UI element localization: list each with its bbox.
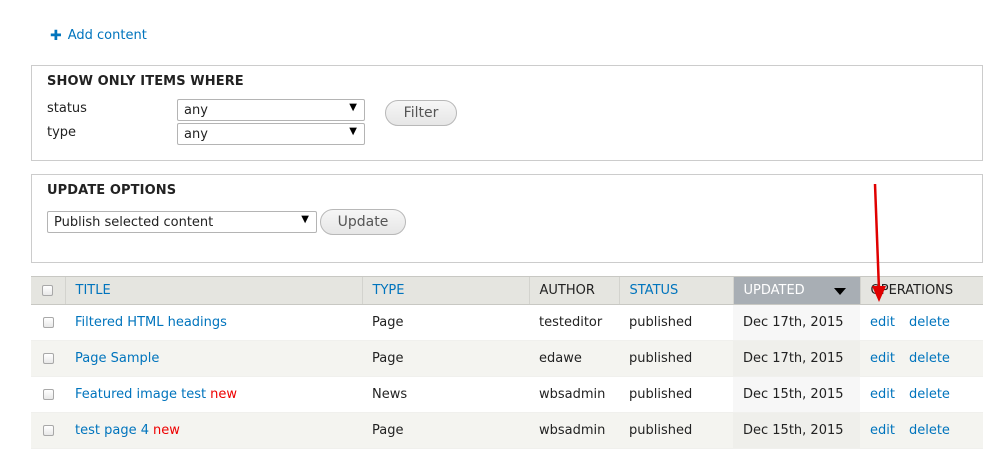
update-options-legend: UPDATE OPTIONS	[47, 183, 177, 198]
status-label: status	[47, 101, 87, 116]
status-cell: published	[619, 412, 733, 449]
delete-link[interactable]: delete	[909, 423, 950, 438]
operation-select-value: Publish selected content	[54, 215, 214, 230]
author-cell: edawe	[529, 340, 619, 377]
add-content-label: Add content	[67, 28, 147, 43]
edit-link[interactable]: edit	[870, 351, 895, 366]
update-options-fieldset: UPDATE OPTIONS Publish selected content …	[31, 174, 983, 263]
title-cell: Filtered HTML headings	[65, 304, 362, 341]
header-title[interactable]: TITLE	[64, 276, 362, 305]
row-select-cell	[31, 340, 65, 377]
type-cell: Page	[362, 304, 529, 341]
header-operations: OPERATIONS	[859, 276, 983, 305]
sort-descending-icon	[833, 288, 846, 295]
add-content-link[interactable]: ✚ Add content	[50, 28, 147, 43]
type-select-value: any	[184, 127, 208, 142]
dropdown-arrow-icon: ▼	[301, 214, 309, 225]
author-cell: wbsadmin	[529, 412, 619, 449]
delete-link[interactable]: delete	[909, 315, 950, 330]
operations-cell: edit delete	[860, 340, 983, 377]
edit-link[interactable]: edit	[870, 387, 895, 402]
author-cell: testeditor	[529, 304, 619, 341]
edit-link[interactable]: edit	[870, 315, 895, 330]
select-all-cell	[31, 276, 65, 305]
filter-button[interactable]: Filter	[385, 100, 457, 126]
title-link[interactable]: Featured image test	[75, 387, 206, 402]
row-select-cell	[31, 412, 65, 449]
updated-cell: Dec 17th, 2015	[733, 304, 860, 341]
new-marker: new	[152, 423, 180, 438]
title-link[interactable]: Filtered HTML headings	[75, 315, 227, 330]
type-cell: Page	[362, 412, 529, 449]
select-all-checkbox[interactable]	[42, 285, 54, 296]
delete-link[interactable]: delete	[909, 387, 950, 402]
dropdown-arrow-icon: ▼	[349, 102, 357, 113]
type-cell: Page	[362, 340, 529, 377]
title-link[interactable]: test page 4	[75, 423, 149, 438]
filter-fieldset: SHOW ONLY ITEMS WHERE status any ▼ type …	[31, 65, 983, 161]
row-checkbox[interactable]	[42, 353, 54, 364]
delete-link[interactable]: delete	[909, 351, 950, 366]
updated-cell: Dec 15th, 2015	[733, 376, 860, 413]
header-author: AUTHOR	[528, 276, 619, 305]
table-row: test page 4 new Page wbsadmin published D…	[31, 412, 983, 449]
header-type[interactable]: TYPE	[361, 276, 529, 305]
operations-cell: edit delete	[860, 304, 983, 341]
status-select[interactable]: any ▼	[177, 99, 365, 121]
title-cell: Featured image test new	[65, 376, 362, 413]
header-status[interactable]: STATUS	[618, 276, 733, 305]
row-checkbox[interactable]	[42, 389, 54, 400]
type-cell: News	[362, 376, 529, 413]
table-row: Featured image test new News wbsadmin pub…	[31, 376, 983, 413]
type-label: type	[47, 125, 77, 140]
row-select-cell	[31, 304, 65, 341]
table-header-row: TITLE TYPE AUTHOR STATUS UPDATED OPERATI…	[31, 276, 983, 305]
row-checkbox[interactable]	[42, 425, 54, 436]
dropdown-arrow-icon: ▼	[349, 126, 357, 137]
operations-cell: edit delete	[860, 412, 983, 449]
status-cell: published	[619, 376, 733, 413]
operations-cell: edit delete	[860, 376, 983, 413]
table-row: Filtered HTML headings Page testeditor p…	[31, 304, 983, 341]
content-table: TITLE TYPE AUTHOR STATUS UPDATED OPERATI…	[31, 276, 983, 449]
plus-icon: ✚	[50, 27, 62, 44]
title-cell: test page 4 new	[65, 412, 362, 449]
updated-cell: Dec 17th, 2015	[733, 340, 860, 377]
new-marker: new	[210, 387, 237, 402]
author-cell: wbsadmin	[529, 376, 619, 413]
status-select-value: any	[184, 103, 208, 118]
status-cell: published	[619, 340, 733, 377]
header-updated[interactable]: UPDATED	[732, 276, 860, 305]
updated-cell: Dec 15th, 2015	[733, 412, 860, 449]
operation-select[interactable]: Publish selected content ▼	[47, 211, 317, 233]
title-cell: Page Sample	[65, 340, 362, 377]
header-updated-label: UPDATED	[743, 283, 805, 298]
row-select-cell	[31, 376, 65, 413]
row-checkbox[interactable]	[42, 317, 54, 328]
table-row: Page Sample Page edawe published Dec 17t…	[31, 340, 983, 377]
filter-legend: SHOW ONLY ITEMS WHERE	[47, 74, 244, 89]
title-link[interactable]: Page Sample	[75, 351, 159, 366]
status-cell: published	[619, 304, 733, 341]
edit-link[interactable]: edit	[870, 423, 895, 438]
update-button[interactable]: Update	[320, 209, 406, 235]
type-select[interactable]: any ▼	[177, 123, 365, 145]
